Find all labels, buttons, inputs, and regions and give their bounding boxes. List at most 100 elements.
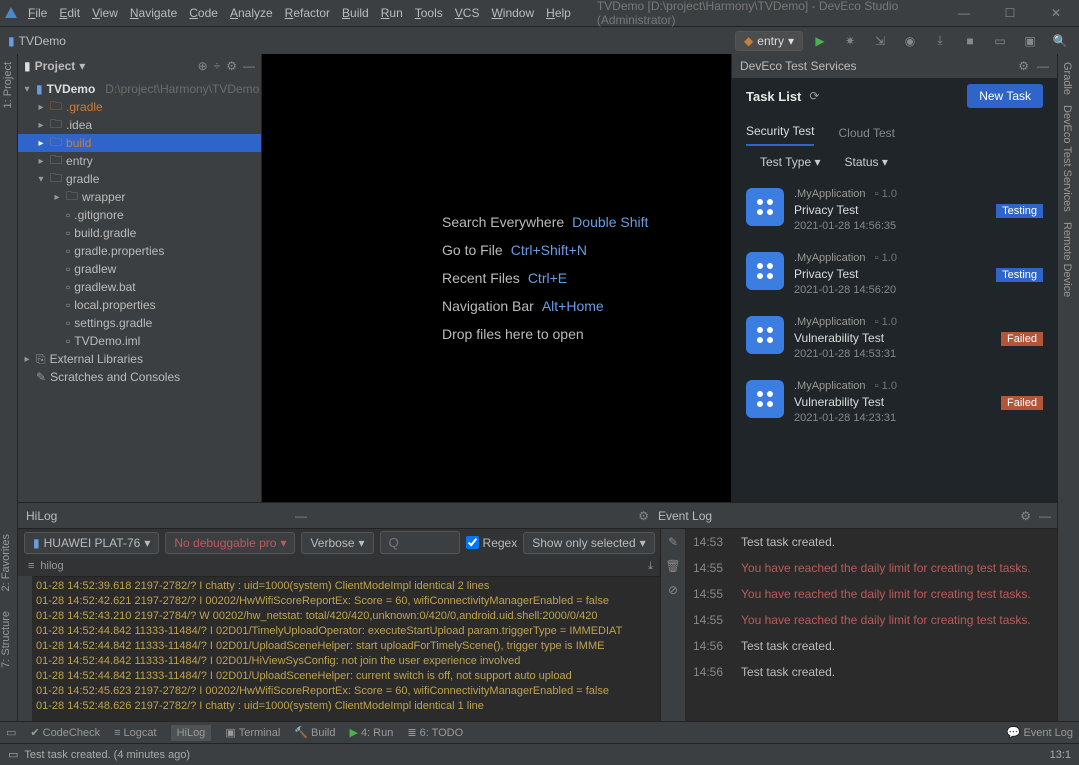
expand-arrow-icon[interactable]: ▸	[36, 102, 46, 113]
event-log-row[interactable]: 14:56Test task created.	[661, 633, 1057, 659]
task-item[interactable]: .MyApplication ▫ 1.0Privacy TestTesting2…	[732, 178, 1057, 242]
project-panel-title[interactable]: Project	[35, 59, 76, 73]
event-log-hide-icon[interactable]: —	[1039, 509, 1051, 523]
filter-test-type[interactable]: Test Type ▾	[760, 155, 821, 169]
locate-icon[interactable]: ⊕	[198, 59, 208, 73]
side-tab-project[interactable]: 1: Project	[2, 62, 14, 108]
tree-node[interactable]: ▫gradlew.bat	[18, 278, 261, 296]
tree-node[interactable]: ▸🗀.gradle	[18, 98, 261, 116]
editor-area[interactable]: Search EverywhereDouble ShiftGo to FileC…	[262, 54, 731, 502]
event-log-list[interactable]: 14:53Test task created.14:55You have rea…	[661, 529, 1057, 685]
filter-status[interactable]: Status ▾	[845, 155, 888, 169]
expand-arrow-icon[interactable]: ▸	[22, 354, 32, 365]
expand-arrow-icon[interactable]: ▾	[36, 174, 46, 185]
task-item[interactable]: .MyApplication ▫ 1.0Vulnerability TestFa…	[732, 370, 1057, 434]
menu-analyze[interactable]: Analyze	[224, 6, 279, 20]
event-log-row[interactable]: 14:55You have reached the daily limit fo…	[661, 581, 1057, 607]
task-list[interactable]: .MyApplication ▫ 1.0Privacy TestTesting2…	[732, 178, 1057, 502]
collapse-icon[interactable]: ÷	[214, 59, 221, 73]
run-button[interactable]: ▶	[807, 28, 833, 54]
menu-run[interactable]: Run	[375, 6, 409, 20]
tree-root[interactable]: ▾ ▮ TVDemo D:\project\Harmony\TVDemo	[18, 80, 261, 98]
scroll-icon[interactable]: ⤓	[648, 560, 653, 573]
hilog-filter-bar[interactable]: ≡ hilog ⤓	[18, 556, 659, 576]
tab-run[interactable]: ▶4: Run	[349, 726, 393, 739]
tree-node[interactable]: ▫build.gradle	[18, 224, 261, 242]
menu-edit[interactable]: Edit	[53, 6, 86, 20]
status-icon[interactable]: ▭	[8, 748, 18, 761]
tree-node[interactable]: ▸🗀.idea	[18, 116, 261, 134]
menu-window[interactable]: Window	[485, 6, 540, 20]
tree-node[interactable]: ▸🗀wrapper	[18, 188, 261, 206]
filter-selector[interactable]: Show only selected ▾	[523, 532, 654, 554]
device-selector[interactable]: ▮ HUAWEI PLAT-76 ▾	[24, 532, 159, 554]
gear-icon[interactable]: ⚙	[638, 509, 649, 523]
regex-check[interactable]	[466, 536, 479, 549]
menu-file[interactable]: File	[22, 6, 53, 20]
menu-refactor[interactable]: Refactor	[279, 6, 336, 20]
attach-button[interactable]: ⤓	[927, 28, 953, 54]
menu-help[interactable]: Help	[540, 6, 577, 20]
tree-node[interactable]: ▫.gitignore	[18, 206, 261, 224]
collapse-all-icon[interactable]: ▭	[6, 726, 16, 739]
hide-icon[interactable]: —	[1037, 59, 1049, 73]
trash-icon[interactable]: 🗑	[665, 559, 680, 573]
gear-icon[interactable]: ⚙	[226, 59, 237, 73]
tree-node[interactable]: ▾🗀gradle	[18, 170, 261, 188]
debug-button[interactable]: ✷	[837, 28, 863, 54]
hide-icon[interactable]: —	[295, 509, 307, 523]
project-tree[interactable]: ▾ ▮ TVDemo D:\project\Harmony\TVDemo ▸🗀.…	[18, 78, 261, 388]
tab-terminal[interactable]: ▣Terminal	[225, 726, 280, 739]
menu-vcs[interactable]: VCS	[449, 6, 486, 20]
search-icon[interactable]: 🔍	[1047, 28, 1073, 54]
menu-build[interactable]: Build	[336, 6, 375, 20]
gear-icon[interactable]: ⚙	[1018, 59, 1029, 73]
chevron-down-icon[interactable]: ▾	[79, 59, 85, 73]
tab-event-log[interactable]: 💬Event Log	[1007, 726, 1073, 739]
tree-node[interactable]: ▫settings.gradle	[18, 314, 261, 332]
hilog-console[interactable]: 01-28 14:52:39.618 2197-2782/? I chatty …	[32, 576, 659, 738]
profile-button[interactable]: ◉	[897, 28, 923, 54]
menu-code[interactable]: Code	[183, 6, 224, 20]
tab-security-test[interactable]: Security Test	[746, 124, 814, 146]
tree-node[interactable]: ▸🗀build	[18, 134, 261, 152]
ban-icon[interactable]: ⊘	[668, 583, 678, 597]
tree-node[interactable]: ▸🗀entry	[18, 152, 261, 170]
log-level-selector[interactable]: Verbose ▾	[301, 532, 373, 554]
side-tab-structure[interactable]: 7: Structure	[0, 611, 12, 668]
run-config-selector[interactable]: ◆ entry ▾	[735, 31, 803, 51]
stop-button[interactable]: ■	[957, 28, 983, 54]
edit-icon[interactable]: ✎	[668, 535, 678, 549]
regex-checkbox[interactable]: Regex	[466, 536, 518, 550]
tree-node[interactable]: ▫gradlew	[18, 260, 261, 278]
new-task-button[interactable]: New Task	[967, 84, 1043, 108]
close-button[interactable]: ✕	[1033, 0, 1079, 26]
event-log-row[interactable]: 14:56Test task created.	[661, 659, 1057, 685]
minimize-button[interactable]: —	[941, 0, 987, 26]
event-log-row[interactable]: 14:53Test task created.	[661, 529, 1057, 555]
event-log-row[interactable]: 14:55You have reached the daily limit fo…	[661, 555, 1057, 581]
tab-cloud-test[interactable]: Cloud Test	[838, 126, 894, 146]
task-item[interactable]: .MyApplication ▫ 1.0Vulnerability TestFa…	[732, 306, 1057, 370]
side-tab-remote[interactable]: Remote Device	[1061, 222, 1073, 297]
task-item[interactable]: .MyApplication ▫ 1.0Privacy TestTesting2…	[732, 242, 1057, 306]
expand-arrow-icon[interactable]: ▸	[36, 156, 46, 167]
refresh-icon[interactable]: ⟳	[809, 89, 819, 103]
tree-node[interactable]: ▫gradle.properties	[18, 242, 261, 260]
expand-arrow-icon[interactable]: ▸	[52, 192, 62, 203]
event-log-gear-icon[interactable]: ⚙	[1020, 509, 1031, 523]
breadcrumb[interactable]: ▮ TVDemo	[0, 34, 66, 48]
tab-codecheck[interactable]: ✔CodeCheck	[30, 726, 100, 739]
menu-view[interactable]: View	[86, 6, 124, 20]
event-log-row[interactable]: 14:55You have reached the daily limit fo…	[661, 607, 1057, 633]
expand-arrow-icon[interactable]: ▸	[36, 120, 46, 131]
tree-node[interactable]: ✎Scratches and Consoles	[18, 368, 261, 386]
menu-tools[interactable]: Tools	[409, 6, 449, 20]
hide-icon[interactable]: —	[243, 59, 255, 73]
expand-arrow-icon[interactable]: ▸	[36, 138, 46, 149]
project-selector-icon[interactable]: ▮	[24, 59, 31, 73]
tree-node[interactable]: ▫TVDemo.iml	[18, 332, 261, 350]
tab-build[interactable]: 🔨Build	[294, 726, 335, 739]
tool1-icon[interactable]: ▭	[987, 28, 1013, 54]
maximize-button[interactable]: ☐	[987, 0, 1033, 26]
